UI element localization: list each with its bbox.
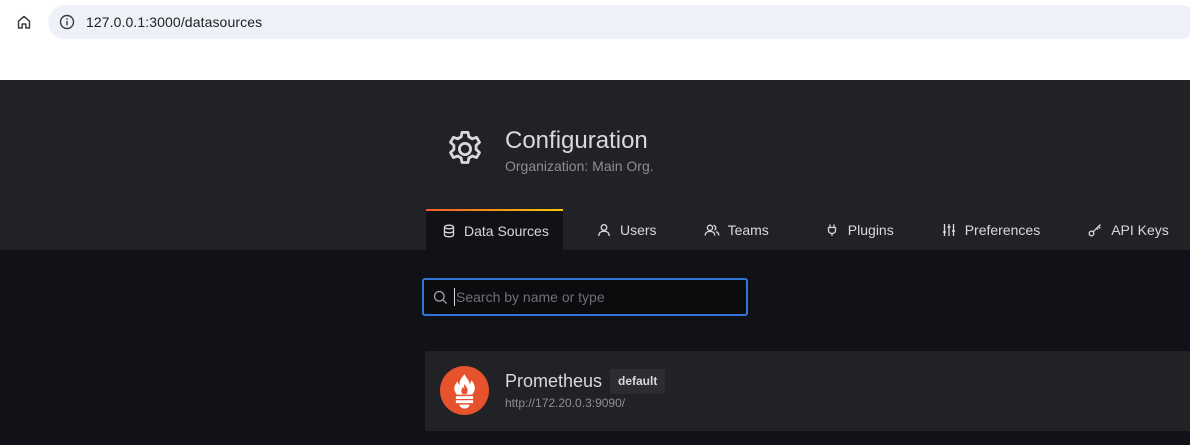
search-box[interactable] <box>422 278 748 316</box>
user-icon <box>596 222 612 238</box>
page-subtitle: Organization: Main Org. <box>505 158 654 174</box>
tab-label: Data Sources <box>464 222 549 239</box>
home-button[interactable] <box>12 10 36 34</box>
tab-label: API Keys <box>1111 221 1169 238</box>
tab-data-sources[interactable]: Data Sources <box>426 209 563 250</box>
datasource-card-prometheus[interactable]: Prometheus default http://172.20.0.3:909… <box>425 351 1190 431</box>
tab-label: Teams <box>727 221 769 238</box>
page-title-block: Configuration Organization: Main Org. <box>444 126 654 174</box>
tab-label: Plugins <box>847 221 894 238</box>
home-icon <box>17 15 31 29</box>
url-text[interactable]: 127.0.0.1:3000/datasources <box>86 14 262 30</box>
prometheus-logo <box>440 366 489 415</box>
plug-icon <box>824 222 840 238</box>
tab-preferences[interactable]: Preferences <box>925 209 1056 250</box>
gear-icon <box>449 130 481 164</box>
tab-users[interactable]: Users <box>580 209 673 250</box>
tab-api-keys[interactable]: API Keys <box>1071 209 1185 250</box>
tab-label: Users <box>620 221 657 238</box>
users-icon <box>704 222 720 238</box>
tab-plugins[interactable]: Plugins <box>808 209 910 250</box>
key-icon <box>1087 222 1103 238</box>
grafana-app: Configuration Organization: Main Org. Da… <box>0 80 1190 445</box>
search-icon <box>432 289 448 305</box>
browser-toolbar: 127.0.0.1:3000/datasources <box>0 0 1190 80</box>
page-header: Configuration Organization: Main Org. Da… <box>0 80 1190 250</box>
sliders-icon <box>941 222 957 238</box>
tab-label: Preferences <box>964 221 1041 238</box>
page-title: Configuration <box>505 127 648 154</box>
datasource-name[interactable]: Prometheus <box>505 371 602 392</box>
config-tabs: Data Sources Users Teams Plugins Prefere… <box>426 209 1185 250</box>
tab-teams[interactable]: Teams <box>688 209 785 250</box>
database-icon <box>442 223 456 239</box>
default-badge: default <box>610 369 666 394</box>
address-bar[interactable]: 127.0.0.1:3000/datasources <box>48 5 1190 39</box>
search-input[interactable] <box>454 288 734 306</box>
info-icon[interactable] <box>58 13 76 31</box>
datasource-url: http://172.20.0.3:9090/ <box>505 396 626 410</box>
